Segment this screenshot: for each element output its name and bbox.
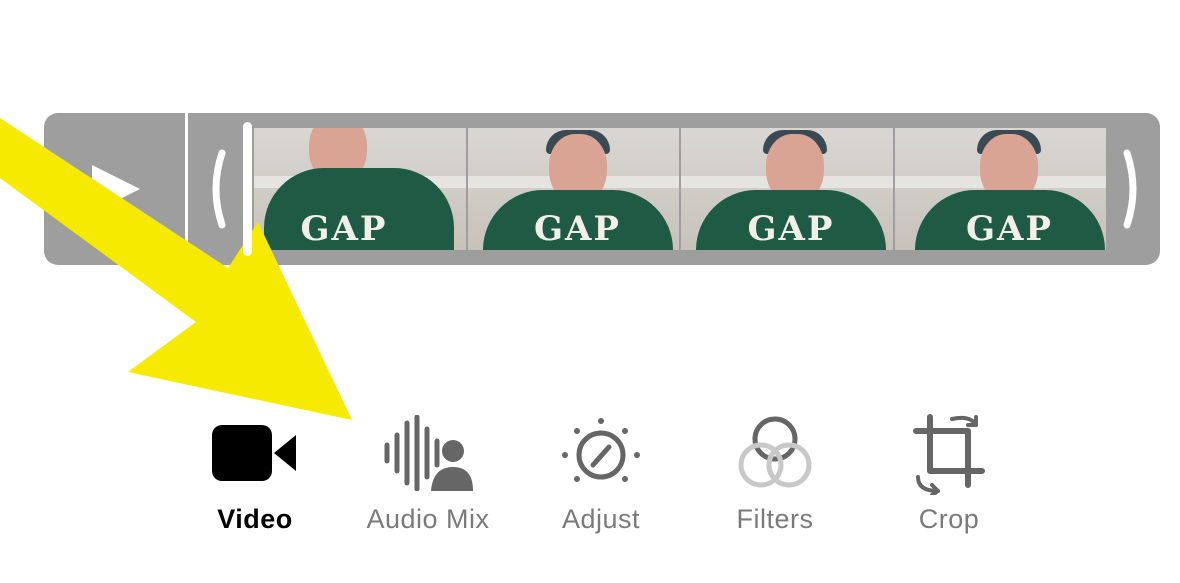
trim-handle-left-icon	[212, 149, 226, 229]
timeline-frame: GAP	[254, 128, 466, 250]
trim-handle-left[interactable]	[194, 113, 238, 265]
tool-adjust-label: Adjust	[561, 504, 641, 534]
video-timeline[interactable]: GAP GAP GAP GAP	[44, 113, 1160, 265]
timeline-frame: GAP	[467, 128, 679, 250]
timeline-frame: GAP	[681, 128, 893, 250]
trim-handle-right[interactable]	[1111, 113, 1155, 265]
tool-crop-label: Crop	[918, 504, 980, 534]
tool-crop[interactable]: Crop	[864, 408, 1034, 548]
tool-audio-mix[interactable]: Audio Mix	[343, 408, 513, 548]
tool-video-label: Video	[217, 504, 293, 534]
trim-handle-right-icon	[1123, 149, 1137, 229]
filters-icon	[738, 416, 812, 488]
play-icon	[92, 165, 140, 213]
frame-text: GAP	[300, 209, 388, 249]
timeline-divider	[185, 113, 188, 265]
frame-text: GAP	[966, 209, 1053, 249]
tool-adjust[interactable]: Adjust	[516, 408, 686, 548]
timeline-frames: GAP GAP GAP GAP	[254, 128, 1106, 250]
adjust-dial-icon	[562, 418, 640, 482]
timeline-frame: GAP	[894, 128, 1106, 250]
tool-filters-label: Filters	[736, 504, 814, 534]
video-camera-icon	[212, 425, 296, 481]
frame-text: GAP	[534, 209, 621, 249]
crop-rotate-icon	[913, 414, 985, 495]
frame-text: GAP	[747, 209, 835, 249]
tool-filters[interactable]: Filters	[690, 408, 860, 548]
tool-audio-mix-label: Audio Mix	[366, 504, 490, 534]
tool-video[interactable]: Video	[170, 408, 340, 548]
play-button[interactable]	[44, 113, 184, 265]
audio-mix-icon	[384, 415, 473, 491]
edit-toolbar: Video Audio Mix Adjust Filters Crop	[0, 408, 1180, 548]
playhead[interactable]	[243, 122, 252, 256]
